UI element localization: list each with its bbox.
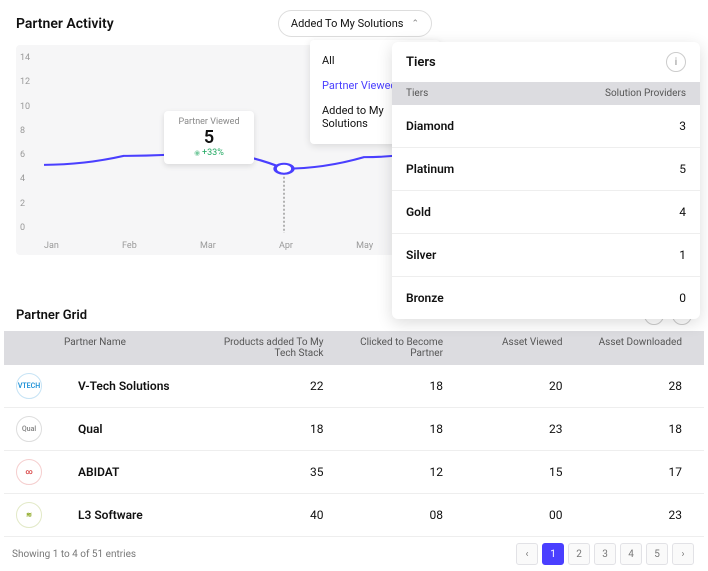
tooltip-value: 5: [170, 127, 248, 148]
activity-filter-dropdown[interactable]: Added To My Solutions ⌃: [278, 10, 432, 37]
page-button[interactable]: 4: [620, 543, 642, 565]
col-products-added: Products added To My Tech Stack: [214, 337, 334, 359]
info-icon[interactable]: i: [666, 52, 686, 72]
partner-activity-title: Partner Activity: [16, 16, 114, 32]
tiers-title: Tiers: [406, 55, 658, 70]
cell-value: 22: [214, 379, 334, 393]
y-tick: 6: [20, 150, 40, 160]
page-button[interactable]: 1: [542, 543, 564, 565]
y-tick: 0: [20, 223, 40, 233]
tier-row[interactable]: Diamond3: [392, 105, 700, 148]
cell-value: 08: [334, 508, 454, 522]
tiers-col-tier: Tiers: [406, 88, 605, 99]
col-asset-viewed: Asset Viewed: [453, 337, 573, 359]
page-button[interactable]: 5: [646, 543, 668, 565]
tooltip-delta: +33%: [170, 148, 248, 158]
tier-count: 0: [679, 291, 686, 305]
dropdown-label: Added To My Solutions: [291, 17, 404, 30]
x-tick: May: [356, 241, 373, 251]
tier-row[interactable]: Bronze0: [392, 277, 700, 319]
partner-logo: VTECH: [16, 373, 42, 399]
cell-value: 20: [453, 379, 573, 393]
chart-tooltip: Partner Viewed 5 +33%: [164, 111, 254, 164]
col-clicked-become: Clicked to Become Partner: [334, 337, 454, 359]
cell-value: 28: [573, 379, 693, 393]
tier-row[interactable]: Gold4: [392, 191, 700, 234]
pager-info: Showing 1 to 4 of 51 entries: [12, 549, 514, 560]
cell-value: 17: [573, 465, 693, 479]
x-tick: Jan: [44, 241, 59, 251]
tier-name: Bronze: [406, 291, 679, 305]
pager-prev[interactable]: ‹: [516, 543, 538, 565]
partner-name: L3 Software: [64, 508, 214, 522]
y-tick: 10: [20, 102, 40, 112]
cell-value: 35: [214, 465, 334, 479]
tooltip-label: Partner Viewed: [170, 117, 248, 127]
tier-count: 1: [679, 248, 686, 262]
table-row[interactable]: QualQual18182318: [4, 408, 704, 451]
col-asset-downloaded: Asset Downloaded: [573, 337, 693, 359]
page-button[interactable]: 2: [568, 543, 590, 565]
col-partner-name: Partner Name: [64, 337, 214, 359]
tier-count: 3: [679, 119, 686, 133]
partner-logo: ∞: [16, 459, 42, 485]
table-row[interactable]: ≋ L3 Software40080023: [4, 494, 704, 537]
partner-logo: ≋: [16, 502, 42, 528]
x-tick: Mar: [200, 241, 216, 251]
tier-count: 5: [679, 162, 686, 176]
table-row[interactable]: ∞ ABIDAT35121517: [4, 451, 704, 494]
y-tick: 8: [20, 126, 40, 136]
chevron-up-icon: ⌃: [411, 19, 419, 29]
tier-name: Gold: [406, 205, 679, 219]
tiers-col-providers: Solution Providers: [605, 88, 686, 99]
partner-name: V-Tech Solutions: [64, 379, 214, 393]
partner-logo: Qual: [16, 416, 42, 442]
tier-name: Diamond: [406, 119, 679, 133]
tier-count: 4: [679, 205, 686, 219]
page-button[interactable]: 3: [594, 543, 616, 565]
cell-value: 15: [453, 465, 573, 479]
tier-name: Platinum: [406, 162, 679, 176]
tiers-panel: Tiers i Tiers Solution Providers Diamond…: [392, 42, 700, 319]
cell-value: 18: [334, 379, 454, 393]
cell-value: 23: [453, 422, 573, 436]
tier-name: Silver: [406, 248, 679, 262]
cell-value: 40: [214, 508, 334, 522]
cell-value: 18: [334, 422, 454, 436]
table-row[interactable]: VTECH V-Tech Solutions22182028: [4, 365, 704, 408]
x-tick: Feb: [122, 241, 137, 251]
cell-value: 00: [453, 508, 573, 522]
partner-name: Qual: [64, 422, 214, 436]
pager-next[interactable]: ›: [672, 543, 694, 565]
cell-value: 18: [214, 422, 334, 436]
cell-value: 12: [334, 465, 454, 479]
tier-row[interactable]: Platinum5: [392, 148, 700, 191]
y-tick: 4: [20, 174, 40, 184]
tier-row[interactable]: Silver1: [392, 234, 700, 277]
y-tick: 14: [20, 53, 40, 63]
y-tick: 2: [20, 199, 40, 209]
cell-value: 18: [573, 422, 693, 436]
cell-value: 23: [573, 508, 693, 522]
partner-name: ABIDAT: [64, 465, 214, 479]
x-tick: Apr: [279, 241, 293, 251]
y-tick: 12: [20, 77, 40, 87]
